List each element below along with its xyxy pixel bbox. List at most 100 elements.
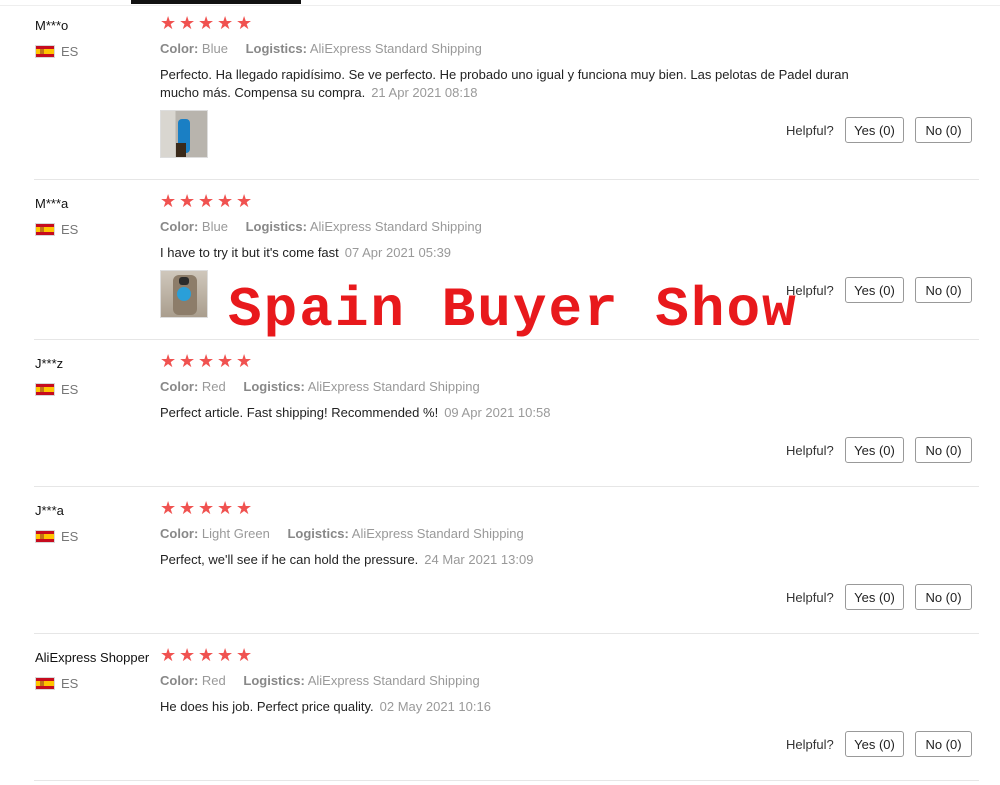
spain-flag-icon	[35, 677, 55, 690]
review-text: He does his job. Perfect price quality.	[160, 699, 374, 714]
review-item: AliExpress Shopper ES ★ ★ ★ ★ ★ Color: Red L…	[34, 645, 979, 781]
color-label: Color:	[160, 219, 199, 234]
logistics-label: Logistics:	[243, 379, 305, 394]
star-rating: ★ ★ ★ ★ ★	[160, 13, 255, 34]
review-time: 24 Mar 2021 13:09	[424, 552, 534, 567]
logistics-label: Logistics:	[245, 41, 307, 56]
logistics-value: AliExpress Standard Shipping	[351, 526, 524, 541]
star-rating: ★ ★ ★ ★ ★	[160, 191, 255, 212]
color-label: Color:	[160, 673, 199, 688]
review-content: Perfect, we'll see if he can hold the pr…	[160, 551, 900, 569]
review-photo[interactable]	[160, 270, 208, 318]
helpful-no-button[interactable]: No (0)	[915, 437, 972, 463]
review-photo[interactable]	[160, 110, 208, 158]
spain-flag-icon	[35, 530, 55, 543]
star-icon: ★	[236, 191, 253, 211]
star-icon: ★	[198, 191, 215, 211]
star-icon: ★	[179, 498, 196, 518]
color-value: Light Green	[201, 526, 270, 541]
country-code: ES	[61, 382, 79, 397]
review-meta: Color: Blue Logistics: AliExpress Standa…	[160, 219, 482, 234]
star-icon: ★	[217, 498, 234, 518]
active-tab-indicator	[131, 0, 301, 4]
reviewer-name: J***z	[35, 356, 64, 371]
reviewer-country: ES	[35, 222, 78, 237]
reviewer-country: ES	[35, 676, 78, 691]
helpful-label: Helpful?	[786, 590, 834, 605]
star-icon: ★	[236, 13, 253, 33]
review-content: Perfect article. Fast shipping! Recommen…	[160, 404, 900, 422]
helpful-no-button[interactable]: No (0)	[915, 277, 972, 303]
star-icon: ★	[179, 13, 196, 33]
review-meta: Color: Light Green Logistics: AliExpress…	[160, 526, 524, 541]
divider	[0, 5, 1000, 6]
watermark-text: Spain Buyer Show	[228, 278, 798, 342]
star-rating: ★ ★ ★ ★ ★	[160, 351, 255, 372]
helpful-no-button[interactable]: No (0)	[915, 117, 972, 143]
review-meta: Color: Red Logistics: AliExpress Standar…	[160, 379, 480, 394]
logistics-label: Logistics:	[287, 526, 349, 541]
star-icon: ★	[198, 645, 215, 665]
color-value: Blue	[201, 41, 228, 56]
star-rating: ★ ★ ★ ★ ★	[160, 645, 255, 666]
review-text: Perfecto. Ha llegado rapidísimo. Se ve p…	[160, 67, 849, 82]
reviewer-name: M***o	[35, 18, 69, 33]
helpful-label: Helpful?	[786, 737, 834, 752]
reviewer-name: M***a	[35, 196, 69, 211]
star-rating: ★ ★ ★ ★ ★	[160, 498, 255, 519]
review-text: I have to try it but it's come fast	[160, 245, 339, 260]
reviewer-country: ES	[35, 382, 78, 397]
country-code: ES	[61, 676, 79, 691]
color-value: Blue	[201, 219, 228, 234]
helpful-no-button[interactable]: No (0)	[915, 584, 972, 610]
review-time: 07 Apr 2021 05:39	[344, 245, 452, 260]
star-icon: ★	[160, 191, 177, 211]
spain-flag-icon	[35, 223, 55, 236]
logistics-value: AliExpress Standard Shipping	[309, 219, 482, 234]
helpful-yes-button[interactable]: Yes (0)	[845, 437, 904, 463]
helpful-label: Helpful?	[786, 443, 834, 458]
logistics-value: AliExpress Standard Shipping	[307, 379, 480, 394]
star-icon: ★	[217, 191, 234, 211]
review-time: 02 May 2021 10:16	[379, 699, 491, 714]
review-text: mucho más. Compensa su compra.	[160, 85, 366, 100]
logistics-label: Logistics:	[245, 219, 307, 234]
helpful-yes-button[interactable]: Yes (0)	[845, 731, 904, 757]
review-time: 09 Apr 2021 10:58	[444, 405, 551, 420]
star-icon: ★	[236, 351, 253, 371]
star-icon: ★	[236, 645, 253, 665]
color-value: Red	[201, 673, 226, 688]
review-time: 21 Apr 2021 08:18	[371, 85, 478, 100]
country-code: ES	[61, 44, 79, 59]
star-icon: ★	[179, 351, 196, 371]
star-icon: ★	[198, 498, 215, 518]
review-item: J***z ES ★ ★ ★ ★ ★ Color: Red Logistics: Ali…	[34, 351, 979, 487]
review-text: Perfect article. Fast shipping! Recommen…	[160, 405, 439, 420]
color-label: Color:	[160, 41, 199, 56]
review-text: Perfect, we'll see if he can hold the pr…	[160, 552, 419, 567]
star-icon: ★	[217, 645, 234, 665]
review-meta: Color: Blue Logistics: AliExpress Standa…	[160, 41, 482, 56]
spain-flag-icon	[35, 45, 55, 58]
helpful-yes-button[interactable]: Yes (0)	[845, 117, 904, 143]
helpful-yes-button[interactable]: Yes (0)	[845, 277, 904, 303]
star-icon: ★	[198, 351, 215, 371]
star-icon: ★	[217, 13, 234, 33]
color-label: Color:	[160, 526, 199, 541]
star-icon: ★	[160, 351, 177, 371]
review-content: I have to try it but it's come fast 07 Ap…	[160, 244, 900, 262]
star-icon: ★	[160, 645, 177, 665]
helpful-no-button[interactable]: No (0)	[915, 731, 972, 757]
reviewer-country: ES	[35, 529, 78, 544]
logistics-value: AliExpress Standard Shipping	[307, 673, 480, 688]
review-item: J***a ES ★ ★ ★ ★ ★ Color: Light Green Logist…	[34, 498, 979, 634]
helpful-yes-button[interactable]: Yes (0)	[845, 584, 904, 610]
spain-flag-icon	[35, 383, 55, 396]
star-icon: ★	[198, 13, 215, 33]
star-icon: ★	[179, 191, 196, 211]
review-content: Perfecto. Ha llegado rapidísimo. Se ve p…	[160, 66, 900, 102]
reviewer-country: ES	[35, 44, 78, 59]
logistics-value: AliExpress Standard Shipping	[309, 41, 482, 56]
color-label: Color:	[160, 379, 199, 394]
star-icon: ★	[217, 351, 234, 371]
